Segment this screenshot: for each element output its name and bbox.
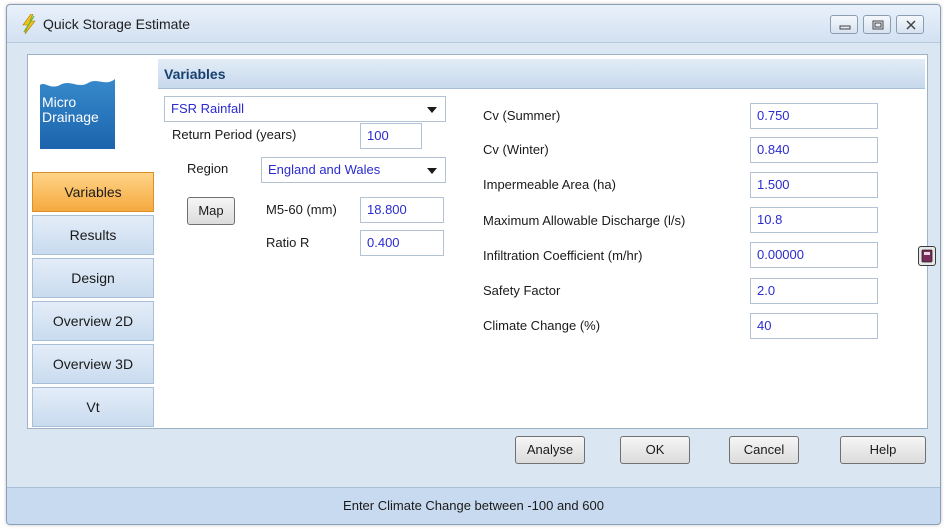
region-value: England and Wales — [268, 162, 381, 177]
calculator-button[interactable] — [918, 246, 936, 266]
map-button[interactable]: Map — [187, 197, 235, 225]
rainfall-method-value: FSR Rainfall — [171, 101, 244, 116]
calculator-icon — [921, 249, 933, 263]
nav-item-vt[interactable]: Vt — [32, 387, 154, 427]
logo-area: Micro Drainage — [32, 59, 154, 166]
cancel-button[interactable]: Cancel — [729, 436, 799, 464]
m5-60-label: M5-60 (mm) — [266, 202, 337, 217]
infiltration-label: Infiltration Coefficient (m/hr) — [483, 248, 643, 263]
logo-text-line2: Drainage — [42, 109, 99, 125]
nav-item-design[interactable]: Design — [32, 258, 154, 298]
region-select[interactable]: England and Wales — [261, 157, 446, 183]
close-icon — [906, 20, 916, 30]
lightning-icon — [22, 14, 36, 34]
ratio-r-label: Ratio R — [266, 235, 310, 250]
micro-drainage-logo: Micro Drainage — [40, 69, 115, 149]
safety-factor-label: Safety Factor — [483, 283, 561, 298]
chevron-down-icon — [427, 107, 437, 113]
minimize-button[interactable] — [830, 15, 858, 34]
nav-item-variables[interactable]: Variables — [32, 172, 154, 212]
cv-summer-input[interactable]: 0.750 — [750, 103, 878, 129]
logo-text-line1: Micro — [42, 94, 77, 110]
cv-winter-input[interactable]: 0.840 — [750, 137, 878, 163]
region-label: Region — [187, 161, 229, 176]
chevron-down-icon — [427, 168, 437, 174]
rainfall-method-select[interactable]: FSR Rainfall — [164, 96, 446, 122]
variables-panel: FSR Rainfall Return Period (years) 100 R… — [158, 89, 936, 426]
cv-summer-label: Cv (Summer) — [483, 108, 561, 123]
close-button[interactable] — [896, 15, 924, 34]
help-button[interactable]: Help — [840, 436, 926, 464]
infiltration-input[interactable]: 0.00000 — [750, 242, 878, 268]
max-discharge-input[interactable]: 10.8 — [750, 207, 878, 233]
maximize-button[interactable] — [863, 15, 891, 34]
maximize-icon — [872, 20, 884, 30]
analyse-button[interactable]: Analyse — [515, 436, 585, 464]
nav-item-overview-2d[interactable]: Overview 2D — [32, 301, 154, 341]
window-title: Quick Storage Estimate — [43, 16, 191, 32]
ratio-r-input[interactable]: 0.400 — [360, 230, 444, 256]
ok-button[interactable]: OK — [620, 436, 690, 464]
impermeable-area-input[interactable]: 1.500 — [750, 172, 878, 198]
dialog-body: Micro Drainage Variables Results Design … — [27, 54, 936, 430]
max-discharge-label: Maximum Allowable Discharge (l/s) — [483, 213, 686, 228]
sidebar-nav: Variables Results Design Overview 2D Ove… — [32, 172, 154, 430]
safety-factor-input[interactable]: 2.0 — [750, 278, 878, 304]
dialog-window: Quick Storage Estimate Micro Drainage Va… — [6, 4, 941, 525]
minimize-icon — [839, 25, 851, 30]
m5-60-input[interactable]: 18.800 — [360, 197, 444, 223]
climate-change-input[interactable]: 40 — [750, 313, 878, 339]
cv-winter-label: Cv (Winter) — [483, 142, 549, 157]
nav-item-overview-3d[interactable]: Overview 3D — [32, 344, 154, 384]
return-period-label: Return Period (years) — [172, 127, 297, 142]
status-bar: Enter Climate Change between -100 and 60… — [7, 487, 940, 524]
panel-title: Variables — [158, 59, 925, 89]
climate-change-label: Climate Change (%) — [483, 318, 601, 333]
return-period-input[interactable]: 100 — [360, 123, 422, 149]
title-bar[interactable]: Quick Storage Estimate — [7, 5, 940, 43]
nav-item-results[interactable]: Results — [32, 215, 154, 255]
impermeable-area-label: Impermeable Area (ha) — [483, 177, 616, 192]
logo-wave-icon — [40, 69, 115, 87]
